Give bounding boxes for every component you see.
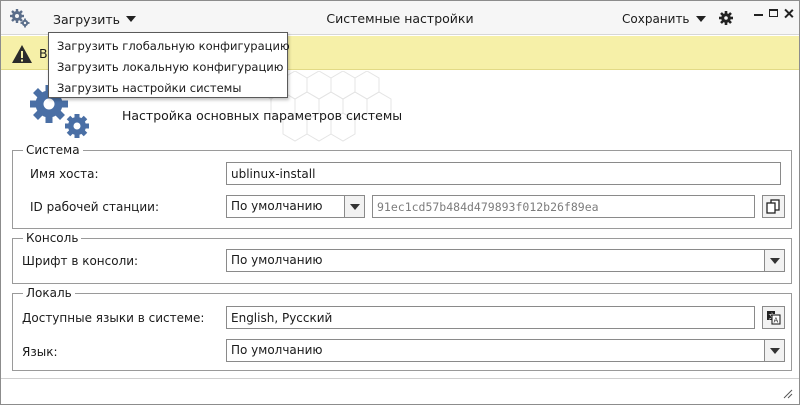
language-select[interactable]: По умолчанию — [226, 339, 785, 362]
translate-icon: 文 A — [767, 311, 781, 325]
hostname-field[interactable] — [226, 162, 781, 185]
close-icon[interactable] — [782, 7, 795, 19]
available-languages-label: Доступные языки в системе: — [22, 311, 205, 325]
gears-icon — [10, 9, 30, 28]
available-languages-field[interactable] — [226, 306, 755, 329]
machine-id-label: ID рабочей станции: — [30, 200, 159, 214]
menu-item-load-global[interactable]: Загрузить глобальную конфигурацию — [49, 36, 290, 57]
copy-icon — [766, 199, 780, 214]
chevron-down-icon — [126, 16, 136, 22]
info-bar-text: В — [39, 46, 48, 61]
machine-id-mode-value: По умолчанию — [231, 199, 323, 213]
console-frame: Консоль Шрифт в консоли: По умолчанию — [12, 231, 792, 284]
menu-item-load-system[interactable]: Загрузить настройки системы — [49, 78, 287, 99]
settings-window: Загрузить Системные настройки Сохранить — [0, 0, 800, 405]
gear-icon[interactable] — [718, 10, 734, 26]
frame-title: Локаль — [23, 286, 75, 300]
frame-title: Консоль — [23, 231, 82, 245]
system-frame: Система Имя хоста: ID рабочей станции: П… — [12, 143, 792, 229]
chevron-down-icon — [764, 340, 784, 361]
console-font-value: По умолчанию — [231, 253, 323, 267]
save-menu-label: Сохранить — [622, 12, 690, 26]
language-label: Язык: — [22, 345, 58, 359]
frame-title: Система — [23, 143, 83, 157]
chevron-down-icon — [344, 196, 364, 217]
chevron-down-icon — [764, 250, 784, 271]
window-controls — [752, 7, 795, 19]
load-dropdown-menu: Загрузить глобальную конфигурацию Загруз… — [48, 32, 290, 99]
status-bar-divider — [1, 378, 799, 379]
console-font-select[interactable]: По умолчанию — [226, 249, 785, 272]
save-menu-button[interactable]: Сохранить — [622, 9, 706, 29]
maximize-icon[interactable] — [767, 7, 780, 19]
minimize-icon[interactable] — [752, 7, 765, 19]
chevron-down-icon — [695, 16, 706, 22]
load-menu-button[interactable]: Загрузить — [53, 9, 136, 29]
header-bar: Загрузить Системные настройки Сохранить — [1, 1, 799, 35]
load-menu-label: Загрузить — [53, 11, 120, 27]
copy-button[interactable] — [762, 195, 785, 218]
locale-frame: Локаль Доступные языки в системе: 文 A Яз… — [12, 286, 792, 371]
warning-icon — [12, 45, 32, 63]
menu-item-load-local[interactable]: Загрузить локальную конфигурацию — [49, 57, 287, 78]
banner-title: Настройка основных параметров системы — [122, 108, 403, 123]
translate-button[interactable]: 文 A — [762, 306, 785, 329]
svg-text:A: A — [774, 317, 779, 325]
language-value: По умолчанию — [231, 343, 323, 357]
machine-id-field[interactable] — [372, 195, 755, 218]
resize-grip-icon[interactable] — [783, 389, 793, 399]
console-font-label: Шрифт в консоли: — [22, 254, 139, 268]
hostname-label: Имя хоста: — [30, 167, 99, 181]
machine-id-mode-select[interactable]: По умолчанию — [226, 195, 365, 218]
